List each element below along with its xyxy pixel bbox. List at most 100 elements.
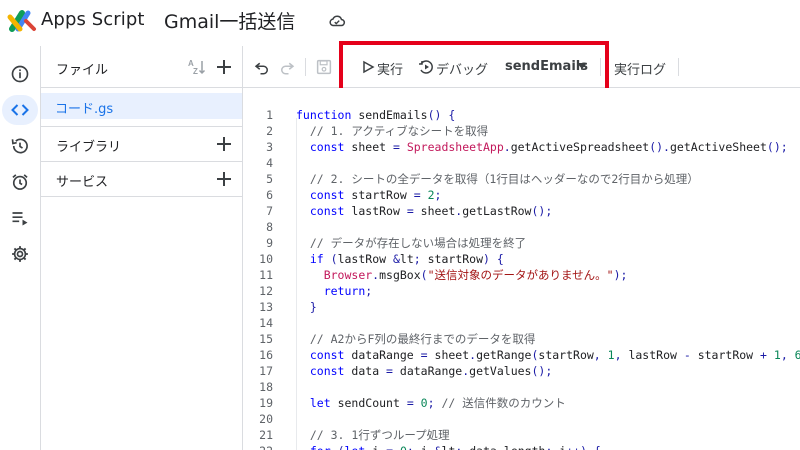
line-number: 19 <box>259 396 273 410</box>
line-number: 6 <box>266 188 273 202</box>
code-line[interactable]: 16 const dataRange = sheet.getRange(star… <box>243 347 800 363</box>
code-text[interactable]: const sheet = SpreadsheetApp.getActiveSp… <box>296 139 788 155</box>
line-number: 21 <box>259 428 273 442</box>
line-number: 13 <box>259 300 273 314</box>
line-number: 7 <box>266 204 273 218</box>
executions-button[interactable] <box>2 203 38 233</box>
code-line[interactable]: 22 for (let i = 0; i &lt; data.length; i… <box>243 443 800 450</box>
code-text[interactable]: if (lastRow &lt; startRow) { <box>296 251 504 267</box>
settings-button[interactable] <box>2 239 38 269</box>
code-line[interactable]: 18 <box>243 379 800 395</box>
line-number: 22 <box>243 443 273 450</box>
sort-az-icon[interactable]: A Z <box>187 58 207 76</box>
libraries-section[interactable]: ライブラリ <box>41 126 243 160</box>
code-text[interactable]: // A2からF列の最終行までのデータを取得 <box>296 331 536 347</box>
line-number: 17 <box>259 364 273 378</box>
code-text[interactable]: let sendCount = 0; // 送信件数のカウント <box>296 395 566 411</box>
files-panel: ファイル A Z コード.gs ライブラリ サービス <box>41 46 243 450</box>
toolbar-divider <box>305 58 306 76</box>
code-line[interactable]: 12 return; <box>243 283 800 299</box>
add-file-icon[interactable] <box>216 59 232 75</box>
code-editor[interactable]: 1 function sendEmails() {2 // 1. アクティブなシー… <box>243 88 800 450</box>
code-line[interactable]: 9 // データが存在しない場合は処理を終了 <box>243 235 800 251</box>
code-text[interactable]: const dataRange = sheet.getRange(startRo… <box>296 347 800 363</box>
code-line[interactable]: 2 // 1. アクティブなシートを取得 <box>243 123 800 139</box>
code-line[interactable]: 13 } <box>243 299 800 315</box>
code-text[interactable]: // データが存在しない場合は処理を終了 <box>296 235 526 251</box>
line-number: 10 <box>259 252 273 266</box>
services-label: サービス <box>56 175 109 190</box>
history-button[interactable] <box>2 131 38 161</box>
code-line[interactable]: 5 // 2. シートの全データを取得（1行目はヘッダーなので2行目から処理） <box>243 171 800 187</box>
code-text[interactable]: function sendEmails() { <box>296 107 455 123</box>
editor-button[interactable] <box>2 95 38 125</box>
undo-icon[interactable] <box>253 58 271 76</box>
code-line[interactable]: 3 const sheet = SpreadsheetApp.getActive… <box>243 139 800 155</box>
line-number: 14 <box>259 316 273 330</box>
apps-script-logo-icon[interactable] <box>6 7 38 33</box>
svg-text:Z: Z <box>193 67 198 76</box>
line-number: 8 <box>266 220 273 234</box>
code-line[interactable]: 7 const lastRow = sheet.getLastRow(); <box>243 203 800 219</box>
gear-icon <box>12 246 28 262</box>
project-title[interactable]: Gmail一括送信 <box>164 7 295 34</box>
line-number: 2 <box>266 124 273 138</box>
code-line[interactable]: 10 if (lastRow &lt; startRow) { <box>243 251 800 267</box>
add-service-icon[interactable] <box>216 171 232 187</box>
line-number: 11 <box>259 268 273 282</box>
code-line[interactable]: 21 // 3. 1行ずつループ処理 <box>243 427 800 443</box>
add-library-icon[interactable] <box>216 136 232 152</box>
code-line[interactable]: 6 const startRow = 2; <box>243 187 800 203</box>
line-number: 9 <box>266 236 273 250</box>
line-number: 1 <box>266 108 273 122</box>
code-text[interactable]: const startRow = 2; <box>296 187 442 203</box>
file-name: コード.gs <box>55 102 114 117</box>
cloud-saved-icon <box>329 15 346 27</box>
code-text[interactable]: } <box>296 299 317 315</box>
left-rail <box>0 46 41 450</box>
panel-divider <box>41 196 243 197</box>
code-line[interactable]: 15 // A2からF列の最終行までのデータを取得 <box>243 331 800 347</box>
libraries-label: ライブラリ <box>56 140 122 155</box>
code-text[interactable]: return; <box>296 283 372 299</box>
executions-icon <box>12 212 28 226</box>
toolbar-divider <box>678 58 679 76</box>
alarm-icon <box>12 174 28 190</box>
code-line[interactable]: 17 const data = dataRange.getValues(); <box>243 363 800 379</box>
line-number: 5 <box>266 172 273 186</box>
code-text[interactable]: // 2. シートの全データを取得（1行目はヘッダーなので2行目から処理） <box>296 171 699 187</box>
files-header: ファイル A Z <box>41 46 243 88</box>
code-text[interactable]: // 3. 1行ずつループ処理 <box>296 427 450 443</box>
line-number: 18 <box>259 380 273 394</box>
redo-icon[interactable] <box>278 58 296 76</box>
line-number: 20 <box>259 412 273 426</box>
line-number: 4 <box>266 156 273 170</box>
app-header: Apps Script Gmail一括送信 <box>0 0 800 46</box>
overview-button[interactable] <box>2 59 38 89</box>
save-icon[interactable] <box>315 58 333 76</box>
app-name[interactable]: Apps Script <box>41 9 145 30</box>
info-icon <box>11 65 29 83</box>
file-item-code-gs[interactable]: コード.gs <box>41 93 242 119</box>
line-number: 3 <box>266 140 273 154</box>
code-icon <box>11 104 29 116</box>
code-line[interactable]: 11 Browser.msgBox("送信対象のデータがありません。"); <box>243 267 800 283</box>
services-section[interactable]: サービス <box>41 161 243 195</box>
triggers-button[interactable] <box>2 167 38 197</box>
code-line[interactable]: 4 <box>243 155 800 171</box>
code-line[interactable]: 19 let sendCount = 0; // 送信件数のカウント <box>243 395 800 411</box>
execution-log-button[interactable]: 実行ログ <box>614 59 666 78</box>
code-text[interactable]: // 1. アクティブなシートを取得 <box>296 123 488 139</box>
code-text[interactable]: Browser.msgBox("送信対象のデータがありません。"); <box>296 267 628 283</box>
code-text[interactable]: const data = dataRange.getValues(); <box>296 363 552 379</box>
line-number: 15 <box>259 332 273 346</box>
line-number: 12 <box>259 284 273 298</box>
code-line[interactable]: 14 <box>243 315 800 331</box>
code-line[interactable]: 20 <box>243 411 800 427</box>
code-line[interactable]: 8 <box>243 219 800 235</box>
code-line[interactable]: 1 function sendEmails() { <box>243 107 800 123</box>
line-number: 16 <box>259 348 273 362</box>
code-text[interactable]: const lastRow = sheet.getLastRow(); <box>296 203 552 219</box>
code-text[interactable]: for (let i = 0; i &lt; data.length; i++)… <box>296 443 601 450</box>
history-icon <box>11 138 28 154</box>
